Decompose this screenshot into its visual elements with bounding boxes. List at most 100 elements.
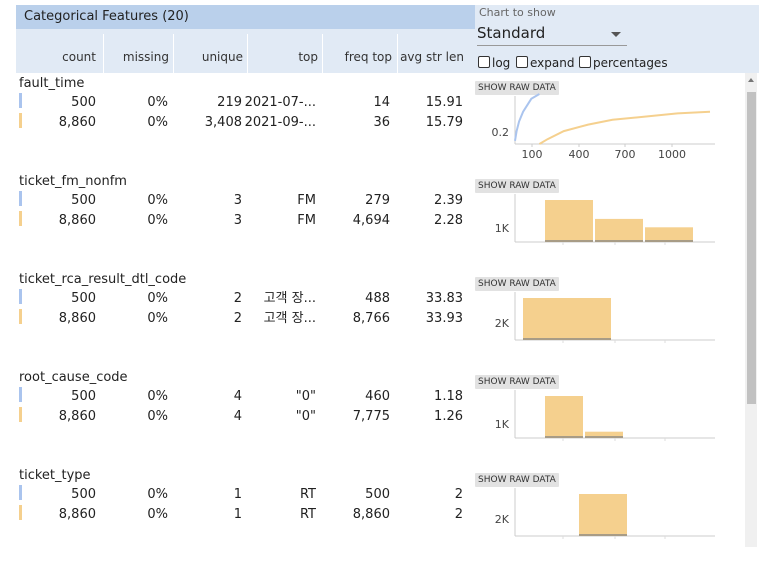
cell-avg: 1.26 (434, 409, 463, 424)
bar-baseline (545, 436, 583, 438)
cell-missing: 0% (147, 487, 168, 502)
cell-avg: 2.39 (434, 193, 463, 208)
cell-missing: 0% (147, 193, 168, 208)
cell-missing: 0% (147, 115, 168, 130)
chart-svg: 0.2 100 400 700 1000 (492, 93, 715, 161)
chart-svg: 2K (495, 292, 715, 343)
cell-unique: 4 (233, 409, 242, 424)
feature-chart: SHOW RAW DATA 2K (475, 277, 745, 372)
cell-avg: 33.83 (425, 291, 463, 306)
column-header-unique[interactable]: unique (169, 48, 243, 66)
vertical-scrollbar[interactable] (745, 73, 757, 547)
feature-block: ticket_fm_nonfm 500 0% 3 FM 279 2.39 8,860 0% 3 FM… (0, 174, 475, 272)
bar-baseline (523, 338, 611, 340)
cell-freq: 36 (373, 115, 390, 130)
series-swatch (19, 505, 22, 520)
cell-count: 500 (71, 95, 96, 110)
chart-svg: 1K (495, 390, 715, 441)
bar-baseline (645, 240, 693, 242)
expand-label: expand (530, 56, 575, 70)
y-tick-label: 1K (495, 418, 510, 431)
scroll-up-arrow-icon[interactable] (748, 78, 754, 82)
y-tick-label: 2K (495, 317, 510, 330)
column-header-top[interactable]: top (243, 48, 318, 66)
cell-missing: 0% (147, 213, 168, 228)
scrollbar-thumb[interactable] (747, 92, 756, 404)
cell-top: "0" (295, 389, 316, 404)
cell-unique: 2 (233, 291, 242, 306)
cell-freq: 488 (365, 291, 390, 306)
x-tick-label: 1000 (658, 148, 686, 161)
chart-select-label: Chart to show (479, 6, 556, 19)
cell-missing: 0% (147, 291, 168, 306)
bar-baseline (595, 240, 643, 242)
cell-freq: 460 (365, 389, 390, 404)
cell-unique: 4 (233, 389, 242, 404)
bar (579, 494, 627, 536)
cell-count: 500 (71, 193, 96, 208)
checkbox-icon (516, 56, 528, 68)
percentages-checkbox[interactable]: percentages (579, 56, 668, 70)
cell-count: 8,860 (58, 311, 96, 326)
table-header: Categorical Features (20) count missing … (16, 5, 475, 73)
feature-block: fault_time 500 0% 219 2021-07-... 14 15.91 8,86… (0, 76, 475, 174)
section-title: Categorical Features (20) (16, 5, 475, 29)
cell-top: 2021-09-... (244, 115, 316, 130)
column-header-freq-top[interactable]: freq top (318, 48, 392, 66)
column-header-missing[interactable]: missing (96, 48, 169, 66)
cell-freq: 8,860 (352, 507, 390, 522)
chart-type-select[interactable]: Standard (477, 21, 627, 46)
chart-type-value: Standard (477, 24, 546, 42)
cell-avg: 15.79 (425, 115, 463, 130)
series-swatch (19, 485, 22, 500)
chart-svg: 1K (495, 194, 715, 245)
checkbox-icon (579, 56, 591, 68)
feature-block: ticket_rca_result_dtl_code 500 0% 2 고객 장... 4… (0, 272, 475, 370)
feature-name: ticket_fm_nonfm (19, 174, 127, 189)
bar-baseline (579, 534, 627, 536)
chart-controls: Chart to show Standard log expand percen… (475, 5, 759, 73)
cell-avg: 2 (454, 507, 463, 522)
percentages-label: percentages (593, 56, 668, 70)
series-swatch (19, 113, 22, 128)
bar (523, 298, 611, 340)
cell-avg: 2 (454, 487, 463, 502)
cell-freq: 500 (365, 487, 390, 502)
cell-avg: 33.93 (425, 311, 463, 326)
feature-chart: SHOW RAW DATA 2K (475, 473, 745, 568)
expand-checkbox[interactable]: expand (516, 56, 574, 70)
feature-block: ticket_type 500 0% 1 RT 500 2 8,860 0% 1 RT 8,860 2 (0, 468, 475, 566)
cell-count: 500 (71, 389, 96, 404)
bar (595, 218, 643, 242)
cell-top: 고객 장... (263, 291, 316, 306)
cell-count: 8,860 (58, 409, 96, 424)
chevron-down-icon (611, 32, 621, 37)
x-tick-label: 400 (569, 148, 590, 161)
categorical-features-panel: Categorical Features (20) count missing … (0, 0, 767, 547)
y-tick-label: 0.2 (492, 126, 510, 139)
cell-missing: 0% (147, 409, 168, 424)
bar (545, 396, 583, 438)
cell-missing: 0% (147, 507, 168, 522)
column-header-avg-str-len[interactable]: avg str len (392, 48, 464, 66)
cell-top: RT (299, 487, 316, 502)
cell-avg: 15.91 (425, 95, 463, 110)
cell-unique: 3 (233, 193, 242, 208)
series-swatch (19, 93, 22, 108)
log-label: log (492, 56, 511, 70)
cell-count: 8,860 (58, 507, 96, 522)
cell-avg: 2.28 (434, 213, 463, 228)
series-a-line (514, 93, 540, 141)
feature-chart: SHOW RAW DATA 0.2 100 400 700 1000 (475, 81, 745, 176)
x-tick-label: 100 (522, 148, 543, 161)
cell-top: 2021-07-... (244, 95, 316, 110)
cell-freq: 14 (373, 95, 390, 110)
bar (545, 200, 593, 242)
cell-unique: 219 (217, 95, 242, 110)
log-checkbox[interactable]: log (478, 56, 510, 70)
cell-missing: 0% (147, 311, 168, 326)
column-header-count[interactable]: count (16, 48, 96, 66)
feature-name: fault_time (19, 76, 85, 91)
feature-name: ticket_rca_result_dtl_code (19, 272, 187, 287)
cell-unique: 1 (233, 487, 242, 502)
